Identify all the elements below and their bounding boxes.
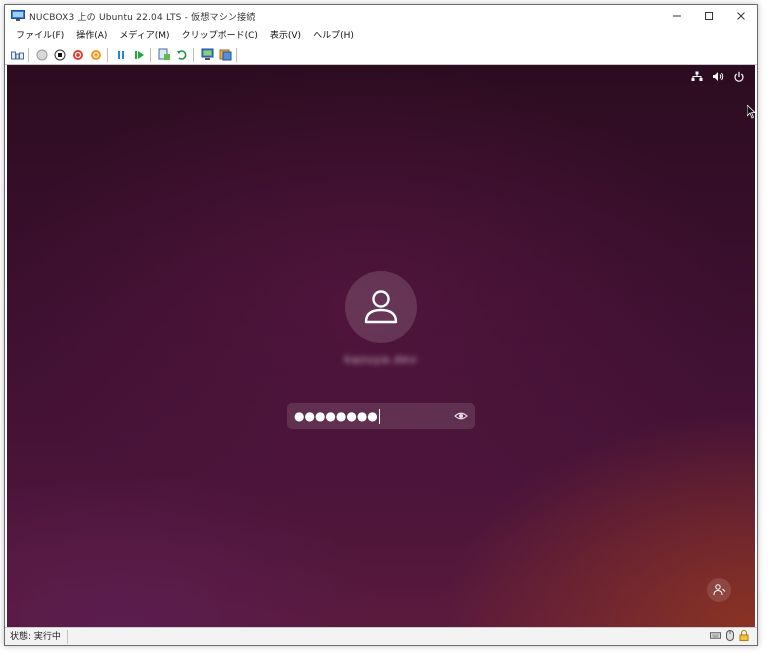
vm-connection-window: NUCBOX3 上の Ubuntu 22.04 LTS - 仮想マシン接続 ファ… xyxy=(4,4,758,646)
enhanced-session-button[interactable] xyxy=(199,47,215,63)
maximize-button[interactable] xyxy=(693,5,725,27)
menu-file[interactable]: ファイル(F) xyxy=(10,27,70,45)
save-icon xyxy=(91,49,101,60)
ctrl-alt-del-icon xyxy=(10,51,24,60)
turn-off-button[interactable] xyxy=(52,47,68,63)
keyboard-icon xyxy=(710,632,721,639)
menu-help[interactable]: ヘルプ(H) xyxy=(307,27,360,45)
menu-media[interactable]: メディア(M) xyxy=(113,27,175,45)
volume-button[interactable] xyxy=(711,70,724,83)
status-text: 状態: 実行中 xyxy=(10,630,68,644)
power-icon xyxy=(733,71,744,82)
username-label: kazuya.dev xyxy=(307,353,455,367)
text-caret xyxy=(378,408,380,424)
vm-connect-app-icon xyxy=(11,10,25,21)
mouse-icon xyxy=(725,630,734,641)
vm-display[interactable]: kazuya.dev ●●●●●●●● xyxy=(7,65,755,627)
username-text: kazuya.dev xyxy=(344,353,418,366)
lock-icon xyxy=(739,630,748,641)
window-title: NUCBOX3 上の Ubuntu 22.04 LTS - 仮想マシン接続 xyxy=(29,12,256,23)
mouse-cursor-icon xyxy=(747,105,755,119)
toolbar-separator xyxy=(236,47,237,62)
toolbar-separator xyxy=(193,47,194,62)
network-icon xyxy=(691,71,702,81)
lock-status xyxy=(738,630,749,641)
share-icon xyxy=(219,49,231,61)
menu-view[interactable]: 表示(V) xyxy=(264,27,307,45)
accessibility-icon xyxy=(713,584,726,596)
resume-icon xyxy=(135,50,144,59)
menu-bar: ファイル(F) 操作(A) メディア(M) クリップボード(C) 表示(V) ヘ… xyxy=(5,27,757,45)
password-mask: ●●●●●●●● xyxy=(294,409,378,423)
system-tray xyxy=(690,70,745,83)
toolbar xyxy=(5,45,757,65)
menu-clipboard[interactable]: クリップボード(C) xyxy=(176,27,264,45)
pause-button[interactable] xyxy=(113,47,129,63)
checkpoint-icon xyxy=(158,48,170,60)
password-field[interactable]: ●●●●●●●● xyxy=(287,403,475,429)
revert-icon xyxy=(177,49,187,60)
maximize-icon xyxy=(705,12,713,20)
network-button[interactable] xyxy=(690,70,703,83)
toolbar-separator xyxy=(107,47,108,62)
status-icons xyxy=(710,630,749,641)
menu-action[interactable]: 操作(A) xyxy=(70,27,113,45)
pause-icon xyxy=(118,50,124,59)
save-button[interactable] xyxy=(88,47,104,63)
checkpoint-button[interactable] xyxy=(156,47,172,63)
user-icon xyxy=(364,290,398,324)
minimize-icon xyxy=(673,15,681,17)
shutdown-icon xyxy=(73,49,83,60)
mouse-status xyxy=(724,630,735,641)
status-bar: 状態: 実行中 xyxy=(5,627,757,645)
title-bar[interactable]: NUCBOX3 上の Ubuntu 22.04 LTS - 仮想マシン接続 xyxy=(5,5,757,27)
close-button[interactable] xyxy=(725,5,757,27)
revert-button[interactable] xyxy=(174,47,190,63)
resume-button[interactable] xyxy=(131,47,147,63)
turn-off-icon xyxy=(54,49,66,60)
power-button[interactable] xyxy=(732,70,745,83)
volume-icon xyxy=(712,72,723,81)
toolbar-separator xyxy=(150,47,151,62)
ctrl-alt-del-button[interactable] xyxy=(9,47,25,63)
toolbar-separator xyxy=(28,47,29,62)
show-password-icon[interactable] xyxy=(454,409,468,423)
shutdown-button[interactable] xyxy=(70,47,86,63)
minimize-button[interactable] xyxy=(661,5,693,27)
keyboard-status xyxy=(710,630,721,641)
close-icon xyxy=(737,12,745,20)
accessibility-button[interactable] xyxy=(707,578,731,602)
start-icon xyxy=(36,49,48,60)
enhanced-session-icon xyxy=(201,48,213,60)
window-controls xyxy=(661,5,757,27)
start-button[interactable] xyxy=(34,47,50,63)
user-avatar[interactable] xyxy=(345,271,417,343)
share-button[interactable] xyxy=(217,47,233,63)
